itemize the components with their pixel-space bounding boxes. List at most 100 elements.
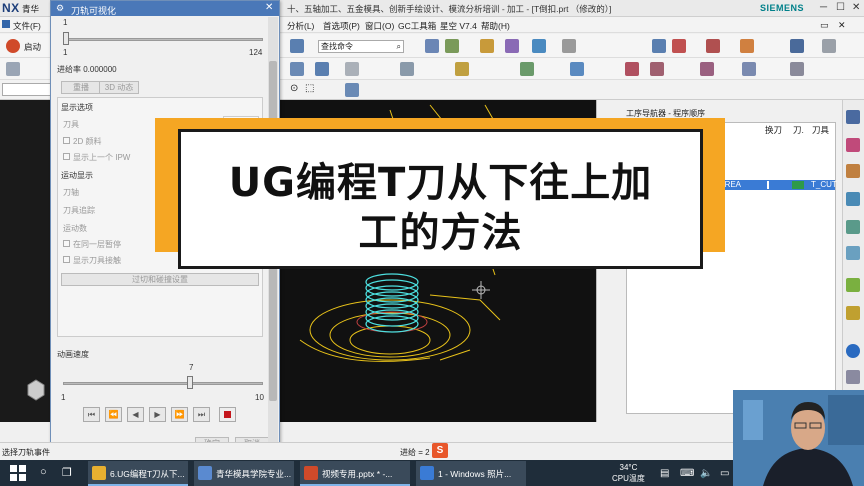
animation-speed-current: 7 [189,363,194,372]
row-tool-change-mark [767,181,769,189]
start-button[interactable]: 启动 [24,41,41,53]
toolbar-icon[interactable] [290,62,304,76]
resource-icon[interactable] [846,306,860,320]
minimize-icon[interactable]: ─ [820,2,827,13]
close-icon[interactable]: ✕ [265,2,273,13]
status-progress: 进给 = 2 [400,448,430,457]
resource-icon[interactable] [846,278,860,292]
resource-icon[interactable] [846,370,860,384]
column-header-path[interactable]: 刀. [793,124,804,136]
step-back-button[interactable]: ⏪ [105,407,122,422]
notification-icon[interactable]: ▭ [720,468,729,479]
close-icon[interactable]: ✕ [838,20,846,31]
taskbar-app-photos[interactable]: 1 - Windows 照片... [416,461,526,486]
tab-replay[interactable]: 重播 [61,81,101,94]
filter-dropdown[interactable] [2,83,52,96]
ime-icon[interactable]: S [432,443,448,458]
toolbar-icon[interactable] [345,83,359,97]
menu-gc-toolbox[interactable]: GC工具箱 [398,20,436,32]
column-header-tool[interactable]: 刀具 [812,124,829,136]
toolbar-icon[interactable] [652,39,666,53]
stop-icon[interactable] [219,407,236,422]
play-icon[interactable]: ▶ [149,407,166,422]
toolbar-icon[interactable] [345,62,359,76]
toolbar-icon[interactable] [740,39,754,53]
menu-help[interactable]: 帮助(H) [481,20,510,32]
column-header-tool-change[interactable]: 换刀 [765,124,782,136]
toolbar-icon[interactable] [455,62,469,76]
close-icon[interactable]: ✕ [852,2,860,13]
dialog-title-bar[interactable]: ⚙ 刀轨可视化 ✕ [51,1,279,16]
menu-xingkong[interactable]: 星空 V7.4 [440,20,477,32]
network-icon[interactable]: ▤ [660,468,669,479]
menu-file[interactable]: 文件(F) [13,20,41,32]
check-show-tool-tip-label: 显示刀具接触 [73,256,121,265]
skip-to-end-button[interactable]: ⏭ [193,407,210,422]
play-reverse-button[interactable]: ◀ [127,407,144,422]
toolbar-icon[interactable] [505,39,519,53]
toolbar-icon[interactable] [445,39,459,53]
toolbar-icon[interactable] [562,39,576,53]
nx-application-window: NX 青华 十、五轴加工、五金模具、创新手绘设计、模流分析培训 - 加工 - [… [0,0,864,486]
gear-icon[interactable]: ⚙ [56,3,64,14]
toolbar-icon[interactable] [570,62,584,76]
maximize-icon[interactable]: ☐ [836,2,845,13]
toolbar-icon[interactable] [706,39,720,53]
toolbar-icon[interactable] [742,62,756,76]
select-icon[interactable]: ⬚ [305,83,314,94]
toolpath-slider-track[interactable] [63,38,263,41]
toolpath-slider-thumb[interactable] [63,32,69,45]
taskbar-app-ppt[interactable]: 视频专用.pptx * -... [300,461,410,486]
gouge-collision-settings-button[interactable]: 过切和碰撞设置 [61,273,259,286]
display-options-label: 显示选项 [61,103,93,112]
step-forward-button[interactable]: ⏩ [171,407,188,422]
toolbar-icon[interactable] [532,39,546,53]
menu-preferences[interactable]: 首选项(P) [323,20,360,32]
taskbar-app-academy[interactable]: 青华模具学院专业... [194,461,294,486]
toolbar-icon[interactable] [672,39,686,53]
toolbar-icon[interactable] [425,39,439,53]
check-show-prev-ipw-label: 显示上一个 IPW [73,153,131,162]
resource-icon[interactable] [846,164,860,178]
skip-to-start-button[interactable]: ⏮ [83,407,100,422]
toolbar-icon[interactable] [6,62,20,76]
resource-icon[interactable] [846,192,860,206]
tab-3d-dynamic[interactable]: 3D 动态 [99,81,139,94]
view-icon[interactable]: ⊙ [290,83,298,94]
windows-start-icon[interactable] [10,465,26,481]
toolbar-icon[interactable] [822,39,836,53]
check-same-layer[interactable] [63,240,70,247]
check-2d-material[interactable] [63,137,70,144]
menu-window[interactable]: 窗口(O) [365,20,394,32]
volume-icon[interactable]: 🔈 [700,468,712,479]
language-icon[interactable]: ⌨ [680,468,694,479]
restore-icon[interactable]: ▭ [820,20,829,31]
row-path-status [792,181,804,189]
check-show-tool-tip[interactable] [63,256,70,263]
toolbar-icon[interactable] [480,39,494,53]
toolbar-icon[interactable] [700,62,714,76]
toolbar-icon[interactable] [650,62,664,76]
taskbar-app-video[interactable]: 6.UG编程T刀从下... [88,461,188,486]
toolbar-icon[interactable] [400,62,414,76]
animation-speed-thumb[interactable] [187,376,193,389]
toolbar-icon[interactable] [520,62,534,76]
task-view-icon[interactable]: ❐ [62,466,72,479]
resource-icon[interactable] [846,220,860,234]
search-icon[interactable]: ○ [40,466,47,478]
animation-speed-track[interactable] [63,382,263,385]
toolbar-icon[interactable] [290,39,304,53]
info-icon[interactable] [846,344,860,358]
toolbar-icon[interactable] [790,39,804,53]
crosshair-icon [472,281,490,299]
toolbar-icon[interactable] [315,62,329,76]
resource-icon[interactable] [846,138,860,152]
check-show-prev-ipw[interactable] [63,153,70,160]
command-search-input[interactable]: 查找命令 ⌕ [318,40,404,53]
toolbar-icon[interactable] [625,62,639,76]
cpu-temperature: 34°C CPU温度 [612,463,645,483]
settings-icon[interactable] [846,110,860,124]
resource-icon[interactable] [846,246,860,260]
toolbar-icon[interactable] [790,62,804,76]
menu-analysis[interactable]: 分析(L) [287,20,314,32]
